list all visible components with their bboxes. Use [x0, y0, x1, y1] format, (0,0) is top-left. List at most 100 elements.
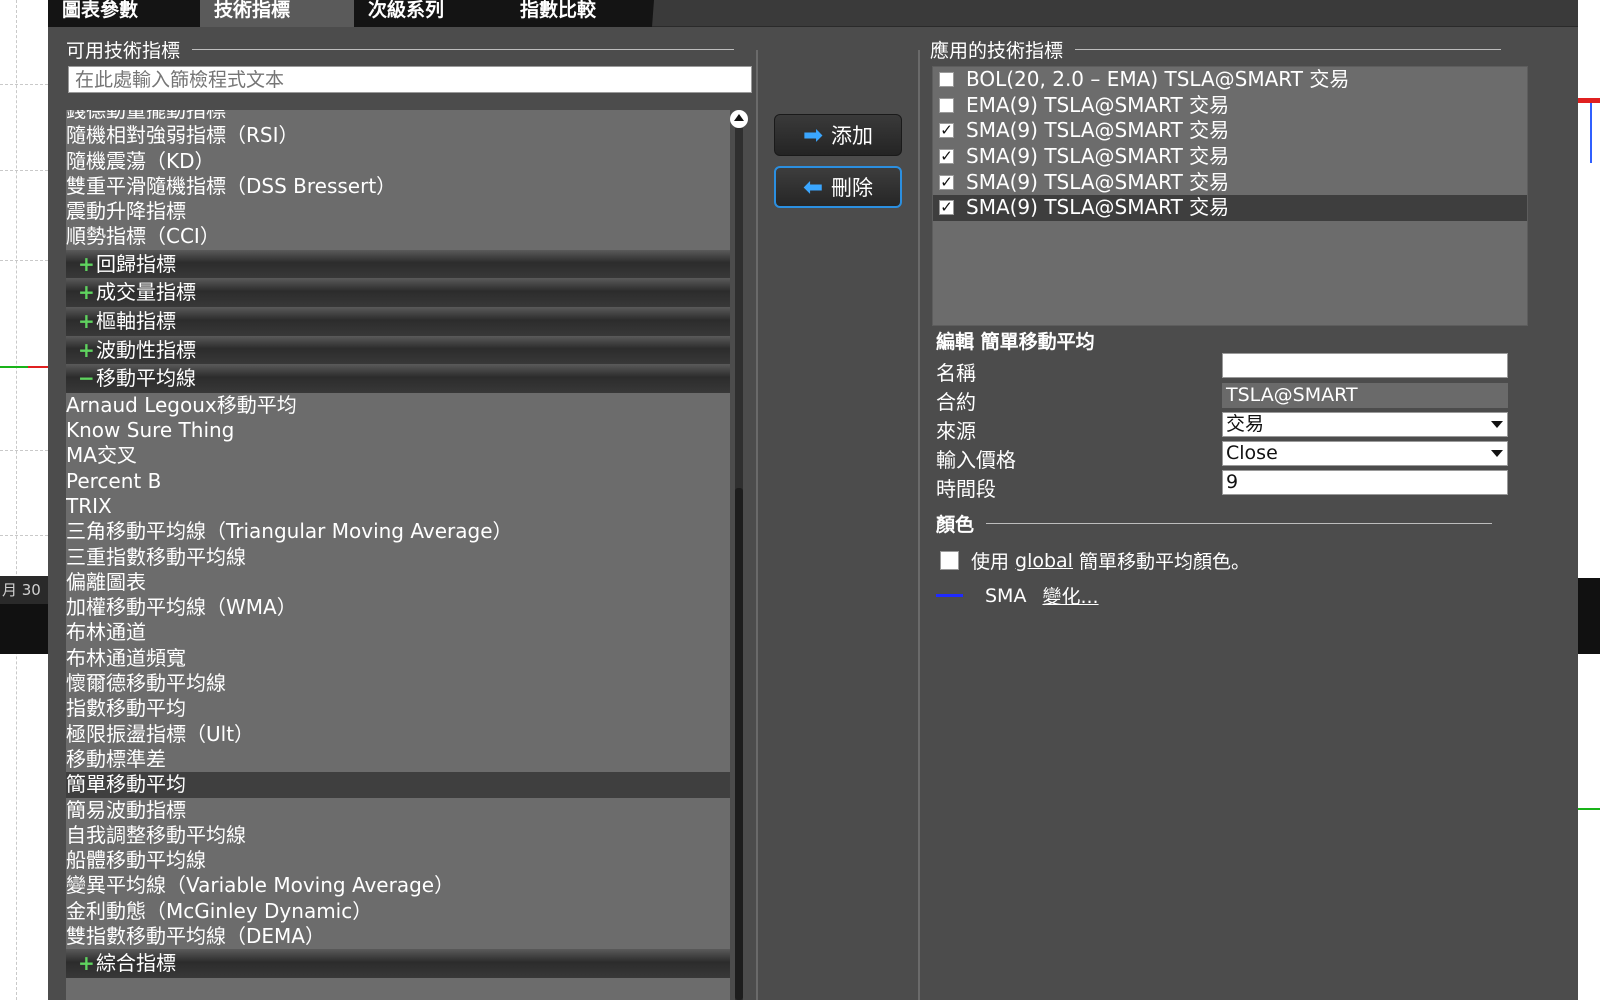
- period-field[interactable]: 9: [1222, 470, 1508, 495]
- indicator-item[interactable]: 移動標準差: [66, 747, 730, 772]
- indicator-checkbox[interactable]: [939, 97, 954, 113]
- section-rule: [192, 49, 735, 50]
- color-title: 顏色: [936, 514, 975, 536]
- tab-chart-params[interactable]: 圖表參數: [48, 0, 202, 27]
- expand-icon[interactable]: +: [78, 307, 96, 335]
- tab-secondary-series[interactable]: 次級系列: [354, 0, 508, 27]
- indicator-item[interactable]: 船體移動平均線: [66, 848, 730, 873]
- chart-gridline: [0, 170, 48, 171]
- indicator-group[interactable]: −移動平均線: [66, 364, 730, 393]
- indicator-checkbox[interactable]: ✓: [939, 149, 954, 165]
- use-global-color-checkbox[interactable]: [940, 551, 959, 570]
- applied-indicator-row[interactable]: ✓ SMA(9) TSLA@SMART 交易: [933, 194, 1527, 221]
- indicator-item[interactable]: 布林通道頻寬: [66, 646, 730, 671]
- chevron-down-icon[interactable]: [1491, 450, 1503, 457]
- indicator-item[interactable]: 順勢指標（CCI）: [66, 224, 730, 249]
- applied-indicators-list[interactable]: BOL(20, 2.0 – EMA) TSLA@SMART 交易 EMA(9) T…: [932, 66, 1528, 326]
- indicator-item[interactable]: Arnaud Legoux移動平均: [66, 393, 730, 418]
- applied-indicator-row[interactable]: ✓ SMA(9) TSLA@SMART 交易: [933, 144, 1527, 170]
- group-label: 移動平均線: [96, 366, 196, 391]
- add-button[interactable]: ➡ 添加: [774, 114, 902, 156]
- group-label: 波動性指標: [96, 337, 196, 362]
- remove-button-label: 刪除: [831, 176, 874, 200]
- indicator-item[interactable]: 簡單移動平均: [66, 772, 730, 798]
- indicator-item[interactable]: 指數移動平均: [66, 696, 730, 721]
- indicator-item[interactable]: 三角移動平均線（Triangular Moving Average）: [66, 519, 730, 544]
- applied-indicator-label: SMA(9) TSLA@SMART 交易: [966, 169, 1230, 194]
- indicator-item[interactable]: 三重指數移動平均線: [66, 545, 730, 570]
- indicator-item[interactable]: 金利動態（McGinley Dynamic）: [66, 899, 730, 924]
- arrow-left-icon: ⬅: [802, 173, 824, 201]
- collapse-icon[interactable]: −: [78, 364, 96, 392]
- scroll-track[interactable]: [735, 128, 743, 1000]
- column-divider: [918, 50, 920, 1000]
- tab-label: 圖表參數: [62, 0, 139, 21]
- available-indicators-list[interactable]: 錢德動量擺動指標 隨機相對強弱指標（RSI） 隨機震蕩（KD） 雙重平滑隨機指標（DS…: [66, 110, 730, 1000]
- indicator-group[interactable]: +樞軸指標: [66, 306, 730, 336]
- indicator-item[interactable]: 布林通道: [66, 620, 730, 645]
- chart-date-label: 月 30: [0, 576, 48, 604]
- tab-index-comparison[interactable]: 指數比較: [506, 0, 654, 27]
- indicator-item[interactable]: 錢德動量擺動指標: [66, 110, 730, 123]
- input-price-select[interactable]: Close: [1222, 441, 1508, 466]
- indicator-group[interactable]: +回歸指標: [66, 249, 730, 279]
- indicator-item[interactable]: 加權移動平均線（WMA）: [66, 595, 730, 620]
- indicator-group[interactable]: +綜合指標: [66, 949, 730, 978]
- series-color-row: SMA 變化...: [936, 582, 1099, 609]
- expand-icon[interactable]: +: [78, 250, 96, 278]
- indicator-item[interactable]: 自我調整移動平均線: [66, 823, 730, 848]
- applied-indicator-row[interactable]: BOL(20, 2.0 – EMA) TSLA@SMART 交易: [933, 67, 1527, 93]
- filter-input[interactable]: [68, 66, 752, 93]
- column-divider: [756, 50, 758, 1000]
- indicator-item[interactable]: 懷爾德移動平均線: [66, 671, 730, 696]
- remove-button[interactable]: ⬅ 刪除: [774, 166, 902, 208]
- chart-gridline: [0, 84, 48, 85]
- source-select[interactable]: 交易: [1222, 412, 1508, 437]
- indicator-item[interactable]: 雙重平滑隨機指標（DSS Bressert）: [66, 174, 730, 199]
- indicator-item[interactable]: 變異平均線（Variable Moving Average）: [66, 873, 730, 898]
- global-color-link[interactable]: global: [1015, 550, 1073, 572]
- indicator-item[interactable]: 簡易波動指標: [66, 798, 730, 823]
- indicator-group[interactable]: +波動性指標: [66, 335, 730, 365]
- series-name: SMA: [985, 584, 1027, 607]
- tab-bar: 圖表參數 技術指標 次級系列 指數比較: [48, 0, 1578, 27]
- indicator-checkbox[interactable]: ✓: [939, 200, 954, 216]
- applied-indicator-row[interactable]: ✓ SMA(9) TSLA@SMART 交易: [933, 169, 1527, 195]
- group-label: 成交量指標: [96, 280, 196, 305]
- indicator-item[interactable]: 偏離圖表: [66, 570, 730, 595]
- edit-title: 編輯 簡單移動平均: [936, 331, 1095, 353]
- expand-icon[interactable]: +: [78, 336, 96, 364]
- indicator-item[interactable]: 極限振盪指標（Ult）: [66, 722, 730, 747]
- indicator-item[interactable]: 隨機相對強弱指標（RSI）: [66, 123, 730, 148]
- indicator-checkbox[interactable]: [939, 72, 954, 88]
- indicator-group[interactable]: +成交量指標: [66, 278, 730, 307]
- scroll-up-icon[interactable]: [730, 110, 748, 128]
- indicator-item[interactable]: MA交叉: [66, 443, 730, 468]
- input-price-label: 輸入價格: [936, 448, 1016, 472]
- change-color-link[interactable]: 變化...: [1042, 582, 1098, 609]
- applied-indicator-label: SMA(9) TSLA@SMART 交易: [966, 118, 1230, 143]
- indicator-item[interactable]: 隨機震蕩（KD）: [66, 149, 730, 174]
- group-label: 樞軸指標: [96, 308, 176, 333]
- indicator-item[interactable]: Know Sure Thing: [66, 418, 730, 443]
- applied-indicator-row[interactable]: EMA(9) TSLA@SMART 交易: [933, 93, 1527, 119]
- indicator-item[interactable]: TRIX: [66, 494, 730, 519]
- indicator-item[interactable]: 震動升降指標: [66, 199, 730, 224]
- chart-band: [1578, 578, 1600, 654]
- scroll-thumb[interactable]: [735, 488, 743, 1000]
- chart-candle: [1590, 103, 1592, 163]
- indicator-item[interactable]: 雙指數移動平均線（DEMA）: [66, 924, 730, 949]
- color-swatch: [936, 594, 963, 597]
- applied-indicator-label: EMA(9) TSLA@SMART 交易: [966, 92, 1230, 117]
- indicator-checkbox[interactable]: ✓: [939, 174, 954, 190]
- applied-indicator-row[interactable]: ✓ SMA(9) TSLA@SMART 交易: [933, 118, 1527, 144]
- chevron-down-icon[interactable]: [1491, 421, 1503, 428]
- indicator-item[interactable]: Percent B: [66, 469, 730, 494]
- expand-icon[interactable]: +: [78, 278, 96, 306]
- name-field[interactable]: [1222, 353, 1508, 378]
- available-indicators-items: 錢德動量擺動指標 隨機相對強弱指標（RSI） 隨機震蕩（KD） 雙重平滑隨機指標（DS…: [66, 110, 730, 978]
- indicator-checkbox[interactable]: ✓: [939, 123, 954, 139]
- tab-technical-indicators[interactable]: 技術指標: [200, 0, 358, 27]
- expand-icon[interactable]: +: [78, 949, 96, 977]
- list-scrollbar[interactable]: [730, 110, 748, 1000]
